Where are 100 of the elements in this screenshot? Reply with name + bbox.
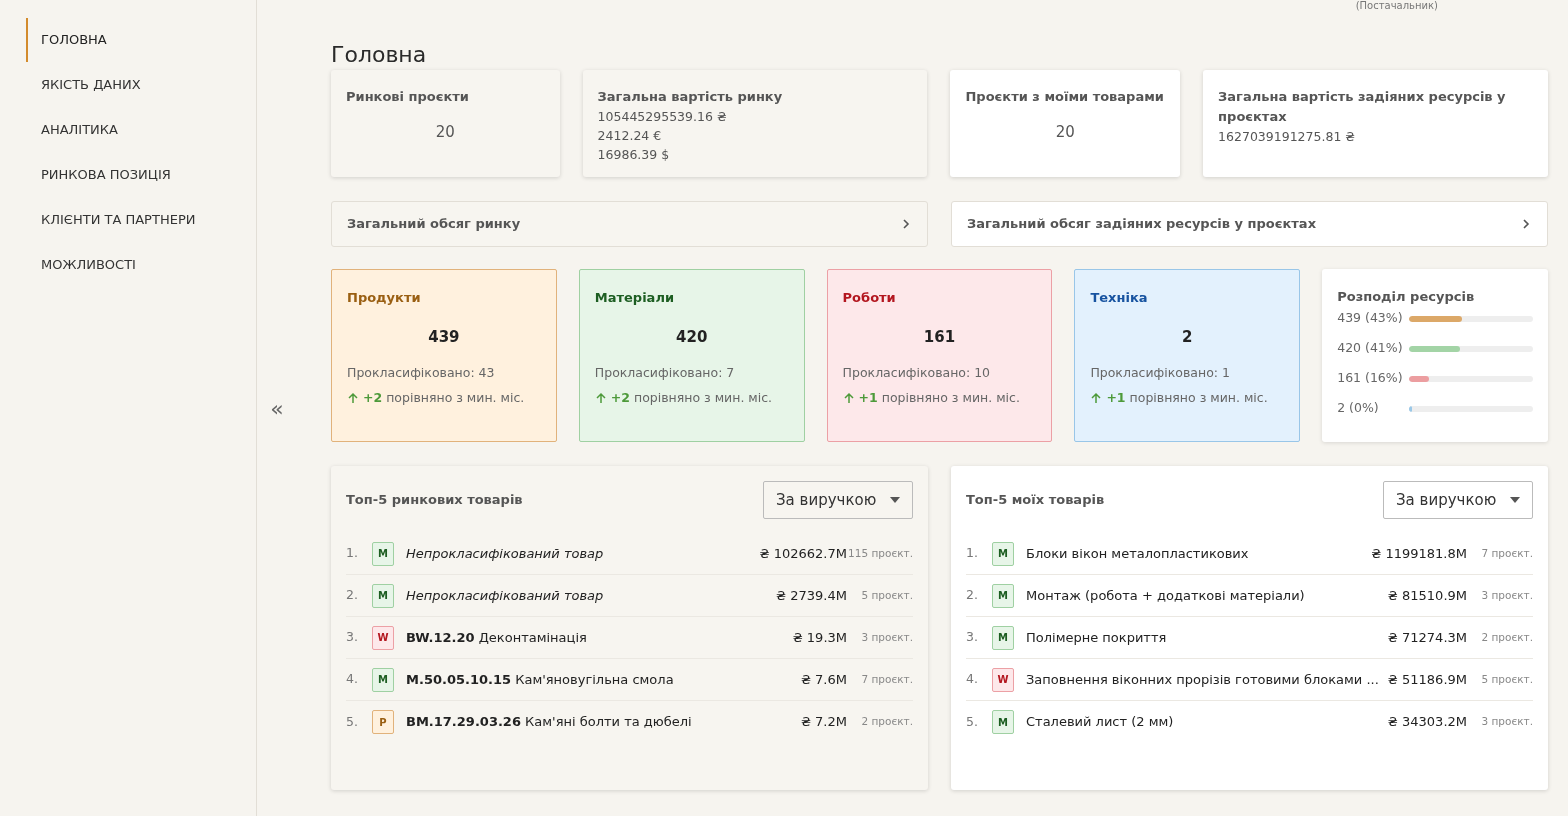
delta-text: порівняно з мин. міс. [881,388,1020,407]
card-title: Розподіл ресурсів [1337,288,1476,306]
delta-value: +2 [610,388,630,407]
distribution-label: 2 (0%) [1337,399,1380,418]
sidebar-item[interactable]: МОЖЛИВОСТІ [26,243,256,287]
arrow-up-icon [347,392,359,405]
category-title: Техніка [1090,289,1149,307]
rank-number: 3. [346,628,359,647]
product-name: Полімерне покриття [1026,628,1168,647]
project-count: 2 проєкт. [1480,629,1533,645]
revenue-value: ₴ 34303.2M [1387,713,1467,732]
product-name: M.50.05.10.15 Кам'яновугільна смола [406,670,675,689]
card-title: Загальна вартість задіяних ресурсів у проєктах [1218,88,1507,126]
type-badge: М [992,583,1014,608]
panel-title: Топ-5 моїх товарів [966,491,1105,510]
distribution-label: 439 (43%) [1337,309,1404,328]
delta-text: порівняно з мин. міс. [633,388,773,407]
revenue-value: ₴ 2739.4M [776,586,847,605]
product-name: Блоки вікон металопластикових [1026,544,1250,563]
revenue-value: ₴ 7.6M [800,670,847,689]
rank-number: 4. [346,670,359,689]
sort-dropdown[interactable]: За виручкою [763,481,913,519]
product-name: Заповнення віконних прорізів готовими блоками ... [1026,670,1380,689]
project-count: 7 проєкт. [1480,545,1533,561]
card-value: 16986.39 $ [597,146,671,164]
expander-bar[interactable]: Загальний обсяг задіяних ресурсів у проєктах [951,201,1548,247]
card-value: 105445295539.16 ₴ [597,108,728,126]
distribution-label: 420 (41%) [1337,339,1404,358]
project-count: 7 проєкт. [860,671,913,687]
distribution-label: 161 (16%) [1337,369,1404,388]
type-badge: W [372,625,394,650]
revenue-value: ₴ 81510.9M [1387,586,1467,605]
project-count: 115 проєкт. [847,545,913,561]
classified-count: Прокласифіковано: 10 [842,364,992,382]
type-badge: М [372,541,394,566]
card-title: Загальна вартість ринку [597,88,784,106]
card-value: 20 [434,122,456,143]
sidebar-item[interactable]: АНАЛІТИКА [26,108,256,152]
project-count: 3 проєкт. [860,629,913,645]
rank-number: 2. [966,586,979,605]
project-count: 3 проєкт. [1480,714,1533,730]
type-badge: М [992,710,1014,734]
type-badge: М [992,541,1014,566]
delta-value: +1 [858,388,878,407]
expander-title: Загальний обсяг ринку [347,215,521,234]
rank-number: 5. [346,712,359,731]
classified-count: Прокласифіковано: 7 [594,364,736,382]
category-title: Продукти [347,289,422,307]
category-count: 420 [675,326,709,348]
product-name: Монтаж (робота + додаткові матеріали) [1026,586,1306,605]
project-count: 2 проєкт. [860,714,913,730]
revenue-value: ₴ 102662.7M [759,544,847,563]
rank-number: 3. [966,628,979,647]
product-name: Непрокласифікований товар [406,544,605,563]
delta-value: +2 [363,388,383,407]
sidebar-item[interactable]: РИНКОВА ПОЗИЦІЯ [26,153,256,197]
category-count: 439 [427,326,461,348]
revenue-value: ₴ 71274.3M [1387,628,1467,647]
category-title: Матеріали [594,289,676,307]
collapse-button[interactable]: « [270,391,284,425]
delta-text: порівняно з мин. міс. [1129,388,1268,407]
classified-count: Прокласифіковано: 43 [347,364,496,382]
rank-number: 5. [966,712,979,731]
expander-title: Загальний обсяг задіяних ресурсів у проєктах [967,215,1316,234]
card-title: Проєкти з моїми товарами [965,88,1165,106]
sort-dropdown[interactable]: За виручкою [1383,481,1533,519]
caret-icon [890,497,900,503]
sidebar-item[interactable]: ЯКІСТЬ ДАНИХ [26,63,256,107]
expander-bar[interactable]: Загальний обсяг ринку [331,201,928,247]
arrow-up-icon [842,392,855,405]
type-badge: М [992,625,1014,650]
product-name: BW.12.20 Деконтамінація [406,628,588,647]
type-badge: W [992,667,1014,692]
revenue-value: ₴ 19.3M [792,628,847,647]
revenue-value: ₴ 7.2M [800,713,847,732]
category-count: 161 [922,326,957,348]
card-title: Ринкові проєкти [346,88,470,106]
product-name: BM.17.29.03.26 Кам'яні болти та дюбелі [406,713,693,732]
category-count: 2 [1181,326,1194,348]
delta-value: +1 [1106,388,1126,407]
arrow-up-icon [1090,392,1103,405]
user-role: (Постачальник) [1355,0,1438,12]
delta-text: порівняно з мин. міс. [386,388,525,407]
project-count: 5 проєкт. [1480,671,1533,687]
card-value: 2412.24 € [597,127,663,145]
type-badge: Р [372,710,394,734]
card-value: 20 [1054,122,1076,143]
sidebar-item[interactable]: ГОЛОВНА [26,18,256,62]
rank-number: 1. [346,544,359,563]
project-count: 5 проєкт. [860,587,913,603]
sidebar-item[interactable]: КЛІЄНТИ ТА ПАРТНЕРИ [26,198,256,242]
revenue-value: ₴ 51186.9M [1387,670,1467,689]
card-value: 1627039191275.81 ₴ [1218,128,1356,146]
category-title: Роботи [842,289,897,307]
caret-icon [1510,497,1520,503]
project-count: 3 проєкт. [1480,587,1533,603]
revenue-value: ₴ 1199181.8M [1371,544,1467,563]
rank-number: 4. [966,670,979,689]
type-badge: М [372,583,394,608]
product-name: Сталевий лист (2 мм) [1026,713,1175,732]
